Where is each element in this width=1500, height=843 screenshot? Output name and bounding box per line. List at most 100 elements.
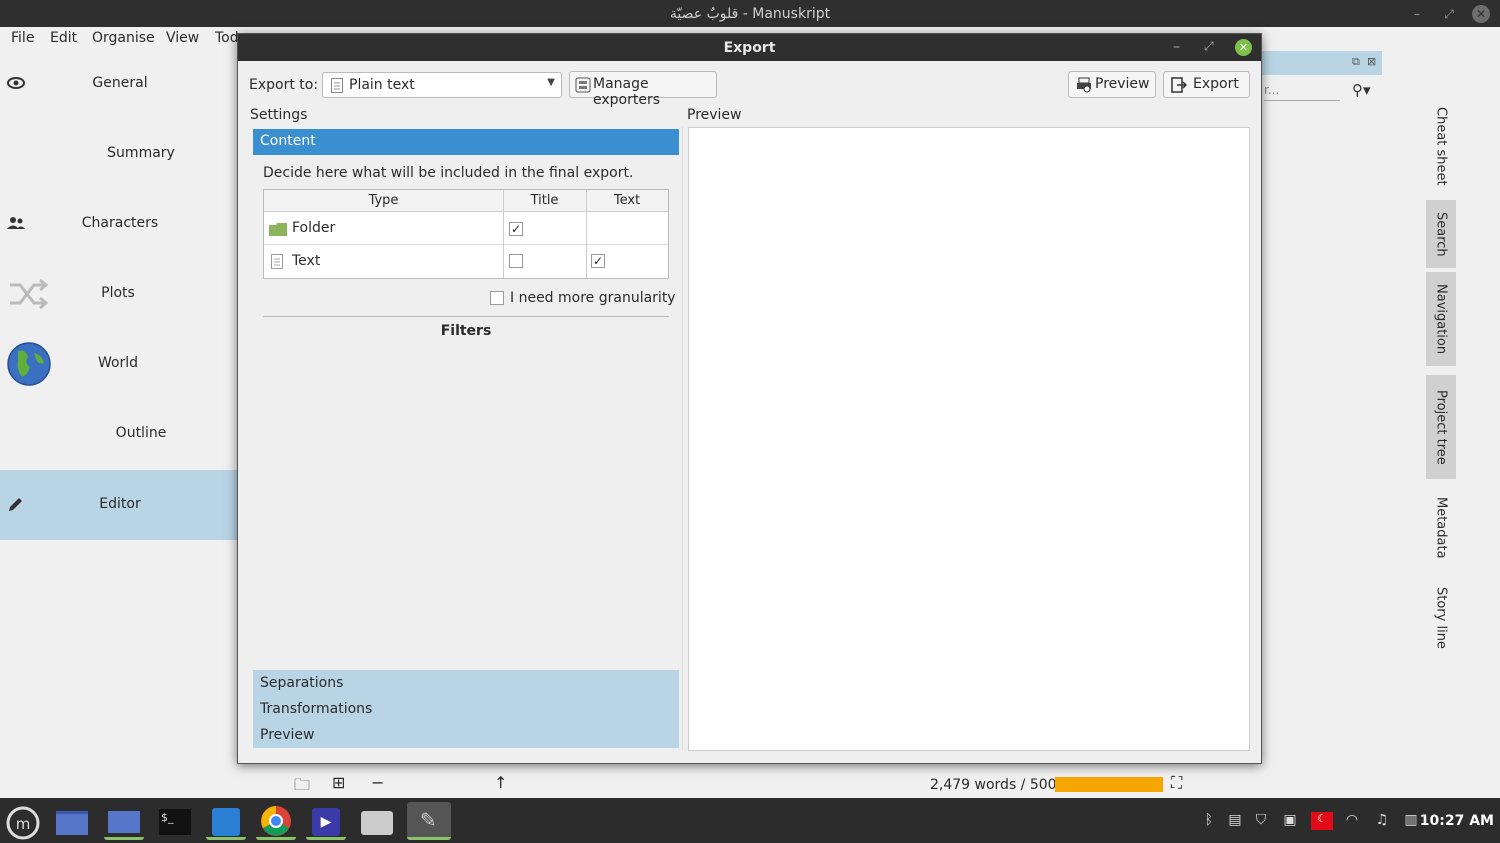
status-bar: 🗀 ⊞ − ↑ 2,479 words / 500 ⛶ [0,770,1500,798]
chevron-down-icon: ▼ [547,77,555,88]
settings-label: Settings [250,107,308,123]
nav-label: General [92,75,148,91]
add-item-icon[interactable]: ⊞ [332,773,345,792]
dialog-title: Export [723,40,776,56]
folder-icon [269,223,287,236]
search-icon[interactable]: ⚲▾ [1352,81,1371,99]
search-panel-header: ⧉ ⊠ r... ⚲▾ [1262,51,1382,101]
bluetooth-icon[interactable]: ᛒ [1200,812,1218,830]
menu-tools[interactable]: Tod [215,30,239,46]
nav-label: Outline [115,425,167,441]
table-row: Folder ✓ [264,212,668,245]
wifi-icon[interactable]: ◠ [1343,812,1361,830]
export-button[interactable]: Export [1163,71,1250,98]
column-header-title[interactable]: Title [503,190,586,212]
menu-view[interactable]: View [166,30,199,46]
exporter-select[interactable]: Plain text ▼ [322,72,562,98]
text-title-checkbox[interactable] [509,254,523,268]
close-button[interactable]: ✕ [1472,5,1490,23]
section-preview[interactable]: Preview [253,722,679,748]
chrome-icon[interactable] [256,802,296,840]
row-type: Text [292,253,321,269]
preview-button[interactable]: Preview [1068,71,1156,98]
dialog-titlebar: Export – ⤢ ✕ [238,34,1261,61]
nav-item-world[interactable]: World [0,329,238,399]
tab-navigation[interactable]: Navigation [1426,272,1456,366]
mint-menu-icon[interactable]: m [3,802,43,840]
nav-label: World [97,355,139,371]
menu-organise[interactable]: Organise [92,30,155,46]
dialog-minimize-button[interactable]: – [1173,39,1180,55]
shuffle-icon [10,278,48,310]
files-app-icon[interactable] [52,802,92,840]
close-panel-icon[interactable]: ⊠ [1367,55,1376,68]
tab-metadata[interactable]: Metadata [1426,488,1456,568]
nav-item-characters[interactable]: Characters [0,189,238,259]
tab-search[interactable]: Search [1426,200,1456,268]
search-filter-input[interactable]: r... [1264,79,1340,101]
section-transformations[interactable]: Transformations [253,696,679,722]
keyboard-layout-icon[interactable]: ☾ [1311,812,1333,830]
content-section-header[interactable]: Content [253,129,679,155]
notes-icon[interactable]: ▥ [1402,812,1420,830]
folder-title-checkbox[interactable]: ✓ [509,222,523,236]
add-folder-icon[interactable]: 🗀 [294,774,310,801]
screenshot-tray-icon[interactable]: ▣ [1281,812,1299,830]
nav-item-outline[interactable]: Outline [0,399,238,469]
nav-item-general[interactable]: General [0,49,238,119]
float-icon[interactable]: ⧉ [1352,55,1360,69]
content-table: Type Title Text Folder ✓ Text ✓ [263,189,669,279]
manuskript-app-icon[interactable]: ✎ [407,802,451,840]
preview-area[interactable] [688,127,1250,751]
granularity-label[interactable]: I need more granularity [510,290,676,306]
text-editor-icon[interactable] [206,802,246,840]
terminal-icon[interactable]: $_ [155,802,195,840]
side-tabs: Cheat sheet Search Navigation Project tr… [1426,100,1456,660]
window-title: قلوبٌ عصيّة - Manuskript [669,6,831,22]
dialog-close-button[interactable]: ✕ [1235,39,1252,56]
media-player-icon[interactable]: ▶ [306,802,346,840]
nav-item-summary[interactable]: Summary [0,119,238,189]
minimize-button[interactable]: – [1408,5,1426,23]
sound-icon[interactable]: ♫ [1373,812,1391,830]
dialog-maximize-button[interactable]: ⤢ [1204,39,1214,54]
remove-item-icon[interactable]: − [371,773,384,792]
panel-splitter[interactable] [682,127,683,751]
maximize-button[interactable]: ⤢ [1440,5,1458,23]
column-divider [586,190,587,278]
clipboard-icon[interactable]: ▤ [1226,812,1244,830]
menu-edit[interactable]: Edit [50,30,77,46]
nav-item-editor[interactable]: Editor [0,470,238,540]
fullscreen-icon[interactable]: ⛶ [1171,773,1182,793]
export-dialog: Export – ⤢ ✕ Export to: Plain text ▼ Man… [237,33,1262,764]
tab-story-line[interactable]: Story line [1426,578,1456,658]
nav-label: Characters [81,215,159,231]
svg-text:m: m [16,815,31,833]
column-header-text[interactable]: Text [586,190,668,212]
divider [263,316,669,317]
print-preview-icon [1077,77,1091,93]
tab-project-tree[interactable]: Project tree [1426,375,1456,479]
screenshot-app-icon[interactable] [357,802,397,840]
section-separations[interactable]: Separations [253,670,679,696]
export-to-label: Export to: [249,77,319,93]
shield-icon[interactable]: ⛉ [1252,812,1270,830]
nav-label: Summary [107,145,175,161]
column-header-type[interactable]: Type [264,190,503,212]
folder-app-icon[interactable] [104,802,144,840]
menu-file[interactable]: File [11,30,34,46]
globe-icon [7,342,51,386]
exporter-selected-value: Plain text [349,77,415,93]
people-icon [7,217,25,229]
arrow-up-icon[interactable]: ↑ [494,773,507,792]
granularity-checkbox[interactable] [490,291,504,305]
exporters-icon [575,77,591,93]
word-count: 2,479 words / 500 [930,777,1057,793]
tab-cheat-sheet[interactable]: Cheat sheet [1426,100,1456,192]
nav-item-plots[interactable]: Plots [0,259,238,329]
clock[interactable]: 10:27 AM [1420,813,1494,829]
text-text-checkbox[interactable]: ✓ [591,254,605,268]
word-progress-bar [1055,777,1163,792]
document-icon [331,78,343,93]
manage-exporters-button[interactable]: Manage exporters [569,71,717,108]
